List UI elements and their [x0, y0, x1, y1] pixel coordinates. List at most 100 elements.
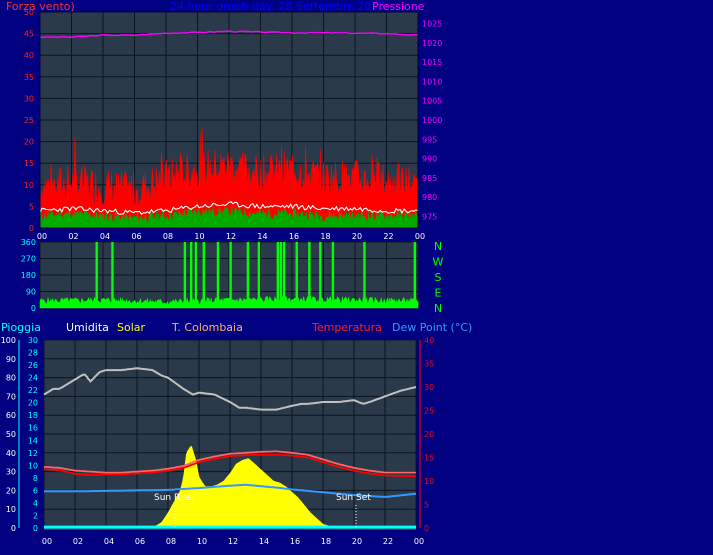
pioggia-tick-label: 0: [11, 524, 16, 533]
x-tick-label: 00: [37, 232, 47, 241]
chart-title: 24 hour graph day: 28 Settembre 2015: [170, 0, 385, 13]
direction-spike: [319, 242, 322, 308]
sun-set-label: Sun Set: [336, 493, 371, 503]
direction-spike: [229, 242, 232, 308]
wind-tick-label: 35: [24, 73, 34, 82]
legend-umidita: Umidita: [66, 321, 109, 334]
wind-tick-label: 30: [24, 94, 34, 103]
pressure-tick-label: 990: [422, 155, 437, 164]
pressure-tick-label: 1000: [422, 116, 442, 125]
x-tick-label: 02: [73, 537, 83, 546]
wind-tick-label: 20: [24, 138, 34, 147]
direction-tick-label: 270: [21, 255, 36, 264]
direction-tick-label: 90: [26, 288, 36, 297]
umidita-tick-label: 26: [28, 361, 38, 370]
x-tick-label: 00: [414, 537, 424, 546]
wind-tick-label: 10: [24, 181, 34, 190]
pressure-tick-label: 1025: [422, 20, 442, 29]
direction-spike: [295, 242, 298, 308]
direction-spike: [246, 242, 250, 308]
compass-label: N: [434, 240, 442, 253]
dewpoint-tick-label: 10: [424, 477, 434, 486]
umidita-tick-label: 18: [28, 411, 38, 420]
pioggia-tick-label: 90: [6, 355, 16, 364]
umidita-tick-label: 24: [28, 374, 38, 383]
direction-spike: [95, 242, 98, 308]
x-tick-label: 08: [166, 537, 176, 546]
x-tick-label: 12: [226, 232, 236, 241]
compass-label: E: [435, 287, 442, 300]
direction-spike: [111, 242, 114, 308]
direction-spike: [363, 242, 366, 308]
x-tick-label: 00: [42, 537, 52, 546]
umidita-tick-label: 22: [28, 386, 38, 395]
sun-rise-label: Sun Rise: [154, 493, 193, 503]
umidita-tick-label: 6: [33, 486, 38, 495]
direction-spike: [276, 242, 280, 308]
x-tick-label: 06: [131, 232, 141, 241]
dewpoint-tick-label: 35: [424, 360, 434, 369]
pioggia-tick-label: 60: [6, 411, 16, 420]
pressure-tick-label: 980: [422, 193, 437, 202]
direction-tick-label: 360: [21, 238, 36, 247]
dewpoint-tick-label: 20: [424, 430, 434, 439]
wind-tick-label: 45: [24, 30, 34, 39]
direction-spike: [183, 242, 187, 308]
umidita-tick-label: 12: [28, 449, 38, 458]
wind-tick-label: 5: [29, 202, 34, 211]
pressure-tick-label: 1005: [422, 97, 442, 106]
pioggia-tick-label: 100: [1, 336, 16, 345]
x-tick-label: 16: [289, 232, 299, 241]
umidita-tick-label: 4: [33, 499, 38, 508]
pressure-tick-label: 1015: [422, 58, 442, 67]
pioggia-tick-label: 80: [6, 374, 16, 383]
dewpoint-tick-label: 0: [424, 524, 429, 533]
x-tick-label: 10: [197, 537, 207, 546]
dewpoint-tick-label: 30: [424, 383, 434, 392]
dewpoint-tick-label: 40: [424, 336, 434, 345]
x-tick-label: 12: [228, 537, 238, 546]
direction-spike: [194, 242, 198, 308]
pioggia-tick-label: 50: [6, 430, 16, 439]
x-tick-label: 06: [135, 537, 145, 546]
dewpoint-tick-label: 5: [424, 501, 429, 510]
legend-temperatura: Temperatura: [311, 321, 382, 334]
direction-spike: [279, 242, 283, 308]
umidita-tick-label: 16: [28, 424, 38, 433]
pressure-tick-label: 985: [422, 174, 437, 183]
wind-tick-label: 40: [24, 51, 34, 60]
umidita-tick-label: 2: [33, 511, 38, 520]
wind-direction-panel: 090180270360 NWSEN: [21, 238, 444, 315]
x-tick-label: 10: [194, 232, 204, 241]
direction-spike: [413, 242, 417, 308]
legend-pioggia: Pioggia: [1, 321, 41, 334]
umidita-tick-label: 30: [28, 336, 38, 345]
x-tick-label: 14: [259, 537, 269, 546]
legend-dewpoint: Dew Point (°C): [392, 321, 472, 334]
wind-axis-label: Forza vento): [6, 0, 75, 13]
umidita-tick-label: 14: [28, 436, 38, 445]
direction-spike: [190, 242, 193, 308]
x-tick-label: 16: [290, 537, 300, 546]
pressure-tick-label: 995: [422, 135, 437, 144]
pioggia-tick-label: 40: [6, 449, 16, 458]
direction-spike: [282, 242, 286, 308]
x-tick-label: 22: [383, 232, 393, 241]
direction-spike: [216, 242, 220, 308]
direction-tick-label: 0: [31, 304, 36, 313]
x-tick-label: 20: [352, 232, 362, 241]
temp-humidity-panel: 0102030405060708090100 02468101214161820…: [1, 336, 434, 546]
wind-tick-label: 25: [24, 116, 34, 125]
pioggia-tick-label: 70: [6, 392, 16, 401]
pioggia-tick-label: 10: [6, 505, 16, 514]
wind-pressure-panel: Forza vento) 24 hour graph day: 28 Sette…: [6, 0, 442, 241]
x-tick-label: 18: [321, 537, 331, 546]
direction-tick-label: 180: [21, 271, 36, 280]
direction-spike: [308, 242, 311, 308]
umidita-tick-label: 28: [28, 349, 38, 358]
direction-spike: [331, 242, 335, 308]
umidita-tick-label: 10: [28, 461, 38, 470]
direction-spike: [257, 242, 261, 308]
legend-colombaia: T. Colombaia: [171, 321, 243, 334]
compass-label: N: [434, 302, 442, 315]
